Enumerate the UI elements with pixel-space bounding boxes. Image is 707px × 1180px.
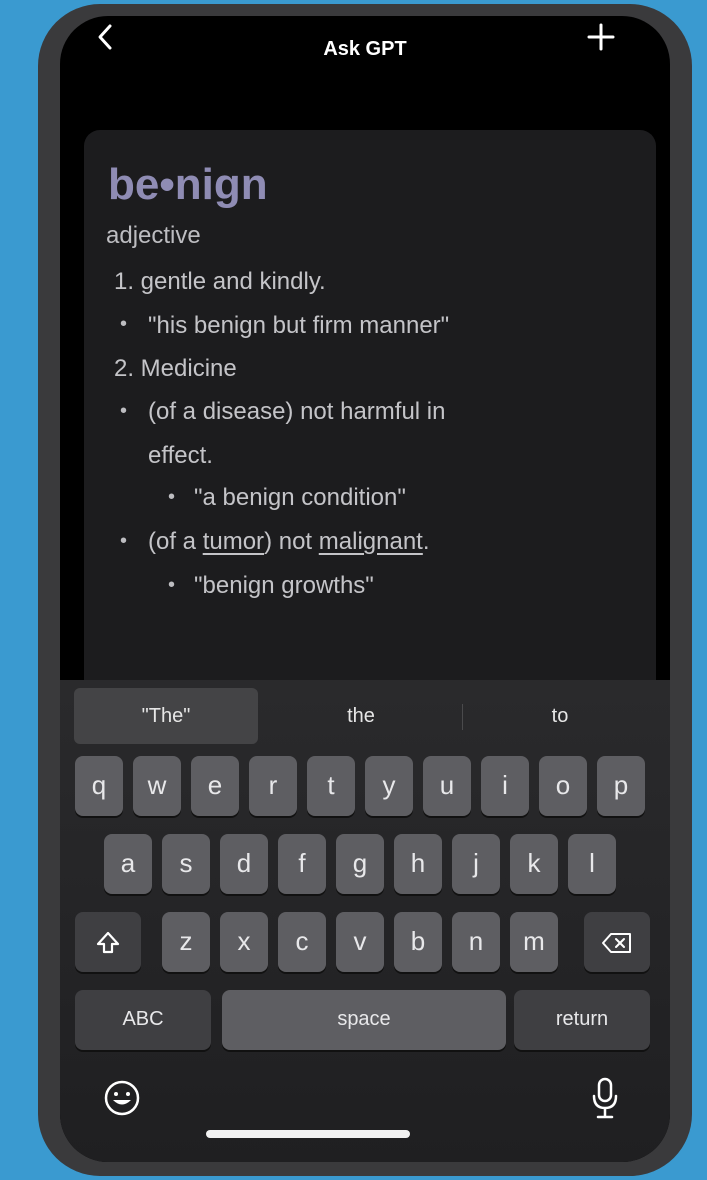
key-d[interactable]: d <box>220 834 268 894</box>
key-l[interactable]: l <box>568 834 616 894</box>
key-n[interactable]: n <box>452 912 500 972</box>
key-t[interactable]: t <box>307 756 355 816</box>
suggestion-divider <box>462 704 463 730</box>
microphone-icon <box>592 1077 618 1119</box>
abc-key[interactable]: ABC <box>75 990 211 1050</box>
key-b[interactable]: b <box>394 912 442 972</box>
malignant-link[interactable]: malignant <box>319 528 423 555</box>
sense-2b: (of a tumor) not malignant. <box>148 528 430 556</box>
headword: be•nign <box>108 160 268 209</box>
shift-icon <box>96 932 120 954</box>
key-y[interactable]: y <box>365 756 413 816</box>
sense-1: 1. gentle and kindly. <box>114 268 326 295</box>
key-z[interactable]: z <box>162 912 210 972</box>
sense-2b-example: "benign growths" <box>194 572 374 599</box>
suggestion-1[interactable]: "The" <box>74 688 258 744</box>
key-k[interactable]: k <box>510 834 558 894</box>
sense-2: 2. Medicine <box>114 355 237 382</box>
sense-1-example: "his benign but firm manner" <box>148 312 450 339</box>
suggestion-2[interactable]: the <box>262 688 460 744</box>
key-i[interactable]: i <box>481 756 529 816</box>
backspace-icon <box>602 933 631 954</box>
add-button[interactable] <box>586 22 626 62</box>
suggestion-3[interactable]: to <box>464 688 656 744</box>
bullet-icon: • <box>120 530 128 552</box>
microphone-button[interactable] <box>590 1076 620 1125</box>
sense-2b-middle: ) not <box>264 528 319 555</box>
bullet-icon: • <box>120 313 128 335</box>
key-h[interactable]: h <box>394 834 442 894</box>
bullet-icon: • <box>168 574 176 596</box>
key-v[interactable]: v <box>336 912 384 972</box>
key-f[interactable]: f <box>278 834 326 894</box>
return-key[interactable]: return <box>514 990 650 1050</box>
bullet-icon: • <box>120 400 128 422</box>
key-j[interactable]: j <box>452 834 500 894</box>
key-w[interactable]: w <box>133 756 181 816</box>
key-x[interactable]: x <box>220 912 268 972</box>
tumor-link[interactable]: tumor <box>203 528 264 555</box>
sense-2a-line1: (of a disease) not harmful in <box>148 398 446 425</box>
bullet-icon: • <box>168 486 176 508</box>
key-q[interactable]: q <box>75 756 123 816</box>
key-r[interactable]: r <box>249 756 297 816</box>
key-e[interactable]: e <box>191 756 239 816</box>
page-title: Ask GPT <box>323 38 407 60</box>
plus-icon <box>587 23 615 51</box>
emoji-button[interactable] <box>102 1078 142 1123</box>
emoji-icon <box>104 1080 140 1116</box>
key-a[interactable]: a <box>104 834 152 894</box>
key-m[interactable]: m <box>510 912 558 972</box>
key-g[interactable]: g <box>336 834 384 894</box>
delete-key[interactable] <box>584 912 650 972</box>
key-p[interactable]: p <box>597 756 645 816</box>
key-o[interactable]: o <box>539 756 587 816</box>
shift-key[interactable] <box>75 912 141 972</box>
key-u[interactable]: u <box>423 756 471 816</box>
sense-2b-suffix: . <box>422 528 430 555</box>
sense-2a-example: "a benign condition" <box>194 484 406 511</box>
definition-card: be•nign adjective 1. gentle and kindly. … <box>84 130 656 710</box>
key-c[interactable]: c <box>278 912 326 972</box>
app-screen: Ask GPT be•nign adjective 1. gentle and … <box>60 16 670 1162</box>
part-of-speech: adjective <box>106 222 201 249</box>
suggestion-bar: "The" the to <box>74 688 656 744</box>
sense-2b-prefix: (of a <box>148 528 203 555</box>
key-s[interactable]: s <box>162 834 210 894</box>
sense-2a-line2: effect. <box>148 442 213 469</box>
home-indicator[interactable] <box>206 1130 410 1138</box>
space-key[interactable]: space <box>222 990 506 1050</box>
keyboard: "The" the to q w e r t y u i o p a s d f… <box>60 680 670 1162</box>
